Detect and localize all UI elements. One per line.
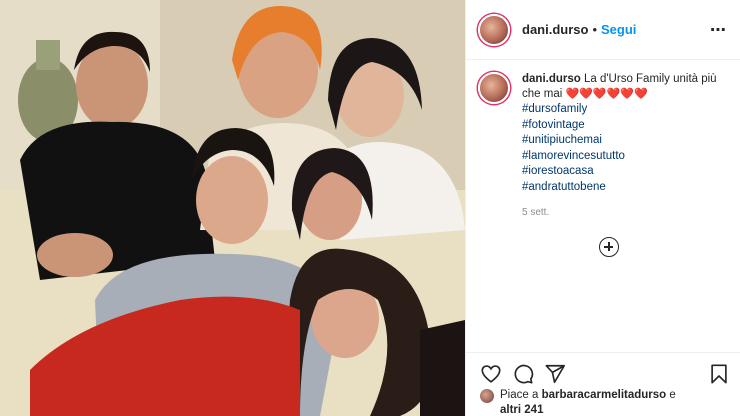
post-photo[interactable] [0,0,465,416]
hashtag-link[interactable]: #fotovintage [522,118,727,134]
likes-text: Piace a barbaracarmelitadurso e altri 241 [500,388,676,416]
post-header: dani.durso • Segui ⋯ [466,0,740,60]
likes-user-link[interactable]: barbaracarmelitadurso [542,389,667,401]
post-time: 5 sett. [522,207,550,218]
separator-dot: • [592,22,598,37]
post-caption: dani.durso La d'Urso Family unità più ch… [478,72,733,220]
caption-text: dani.durso La d'Urso Family unità più ch… [522,72,727,220]
likes-others-link[interactable]: altri 241 [500,404,543,416]
caption-avatar[interactable] [478,72,510,104]
hashtag-list: #dursofamily #fotovintage #unitipiuchema… [522,102,727,195]
hashtag-link[interactable]: #andratuttobene [522,180,727,196]
hashtag-link[interactable]: #lamorevincesututto [522,149,727,165]
hearts-emoji: ❤️❤️❤️❤️❤️❤️ [565,88,648,100]
hashtag-link[interactable]: #iorestoacasa [522,164,727,180]
action-bar [466,352,740,386]
hashtag-link[interactable]: #dursofamily [522,102,727,118]
likes-prefix: Piace a [500,389,542,401]
caption-username[interactable]: dani.durso [522,73,581,85]
comment-icon[interactable] [512,363,534,385]
likes-summary: Piace a barbaracarmelitadurso e altri 241 [480,388,730,416]
follow-button[interactable]: Segui [601,22,636,37]
heart-icon[interactable] [480,363,502,385]
username-link[interactable]: dani.durso [522,22,588,37]
more-icon[interactable]: ⋯ [710,20,727,40]
share-icon[interactable] [544,363,566,385]
family-photo [0,0,465,416]
liker-avatar[interactable] [480,389,494,403]
bookmark-icon[interactable] [708,363,730,385]
likes-suffix: e [666,389,676,401]
hashtag-link[interactable]: #unitipiuchemai [522,133,727,149]
avatar[interactable] [478,13,510,46]
add-comment-icon[interactable] [599,237,619,257]
post-sidebar: dani.durso • Segui ⋯ dani.durso La d'Urs… [465,0,740,416]
